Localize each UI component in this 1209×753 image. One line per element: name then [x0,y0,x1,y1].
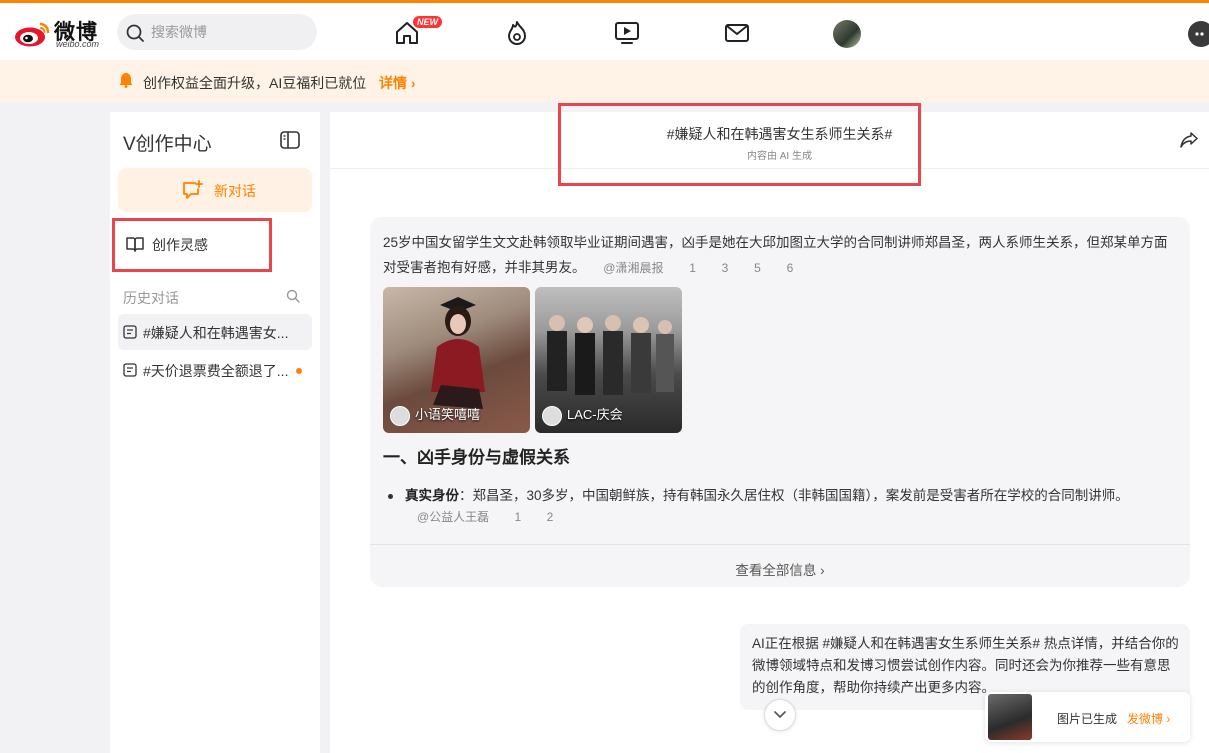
bullet-label: 真实身份 [405,488,459,503]
toast-message: 图片已生成 [1057,712,1118,726]
bell-icon [119,73,133,88]
chat-header: #嫌疑人和在韩遇害女生系师生关系# 内容由 AI 生成 [330,103,1209,186]
inspiration-label: 创作灵感 [152,237,208,253]
history-label: 历史对话 [123,290,179,306]
media-thumbnail[interactable]: 小语笑嘻嘻 [383,287,530,433]
chat-bubble-icon [1195,32,1204,36]
group-photo [547,315,674,395]
creator-sidebar: V创作中心 新对话 创作灵感 历史对话 #嫌疑人和在韩遇害女... #天价退票费… [110,112,320,753]
video-icon[interactable] [614,20,640,46]
generated-image-thumbnail[interactable] [988,694,1032,740]
hot-icon[interactable] [504,20,530,46]
new-chat-label: 新对话 [214,183,256,199]
uploader-avatar [542,406,562,426]
topic-title-box: #嫌疑人和在韩遇害女生系师生关系# 内容由 AI 生成 [558,103,921,186]
citation-num[interactable]: 5 [754,256,761,281]
chat-doc-icon [123,363,137,377]
chat-main: #嫌疑人和在韩遇害女生系师生关系# 内容由 AI 生成 25岁中国女留学生文文赴… [330,103,1209,753]
history-item[interactable]: #嫌疑人和在韩遇害女... [118,314,312,350]
section-title: 一、凶手身份与虚假关系 [383,448,570,467]
sidebar-title: V创作中心 [123,134,212,155]
citation-num[interactable]: 1 [515,510,522,524]
book-icon [126,237,144,252]
sidebar-toggle-icon[interactable] [280,131,300,149]
history-item-title: #天价退票费全额退了... [143,363,289,379]
chat-doc-icon [123,325,137,339]
share-icon[interactable] [1180,132,1198,148]
sidebar-item-inspiration[interactable]: 创作灵感 [112,218,272,272]
citation-num[interactable]: 3 [722,256,729,281]
post-weibo-button[interactable]: 发微博 › [1127,710,1170,727]
history-item[interactable]: #天价退票费全额退了... [118,352,312,388]
bullet-item: 真实身份：郑昌圣，30多岁，中国朝鲜族，持有韩国永久居住权（非韩国国籍），案发前… [388,483,1178,508]
topic-title: #嫌疑人和在韩遇害女生系师生关系# [666,126,893,142]
view-all-link[interactable]: 查看全部信息 › [370,559,1190,579]
new-badge: NEW [413,16,442,28]
brand-domain: weibo.com [56,39,100,49]
history-item-title: #嫌疑人和在韩遇害女... [143,325,289,341]
search-icon [126,24,144,42]
unread-dot [296,368,302,374]
graduate-figure [431,297,485,409]
search-box[interactable] [117,14,317,50]
source-ref[interactable]: @潇湘晨报 [603,261,663,275]
citation-num[interactable]: 1 [689,256,696,281]
ai-generated-note: 内容由 AI 生成 [746,151,812,162]
new-chat-icon [183,180,203,199]
chevron-down-icon [774,711,786,718]
bullet-refs: @公益人王磊 1 2 [417,508,553,525]
weibo-eye-icon [15,22,50,47]
citation-num[interactable]: 6 [787,256,794,281]
citation-num[interactable]: 2 [547,510,554,524]
summary-paragraph: 25岁中国女留学生文文赴韩领取毕业证期间遇害，凶手是她在大邱加图立大学的合同制讲… [383,230,1179,281]
more-icon[interactable] [1188,21,1209,47]
media-caption: 小语笑嘻嘻 [415,407,481,422]
user-avatar[interactable] [833,20,861,48]
notice-bar: 创作权益全面升级，AI豆福利已就位 详情 › [0,60,1209,102]
weibo-logo[interactable]: 微博 weibo.com [14,15,106,51]
media-caption: LAC-庆会 [567,407,623,422]
ai-message-text: AI正在根据 #嫌疑人和在韩遇害女生系师生关系# 热点详情，并结合你的微博领域特… [752,636,1179,695]
bullet-text: ：郑昌圣，30多岁，中国朝鲜族，持有韩国永久居住权（非韩国国籍），案发前是受害者… [459,488,1129,503]
bullet-dot [388,493,393,499]
top-nav: 微博 weibo.com NEW [0,0,1209,60]
image-generated-toast: 图片已生成 发微博 › [985,692,1190,742]
mail-icon[interactable] [724,20,750,46]
divider [370,544,1190,545]
topic-summary-card: 25岁中国女留学生文文赴韩领取毕业证期间遇害，凶手是她在大邱加图立大学的合同制讲… [370,217,1190,587]
history-search-icon[interactable] [286,289,300,303]
media-thumbnail[interactable]: LAC-庆会 [535,287,682,433]
scroll-down-button[interactable] [764,699,796,731]
notice-detail-link[interactable]: 详情 › [379,73,416,93]
new-chat-button[interactable]: 新对话 [118,168,312,212]
summary-text: 25岁中国女留学生文文赴韩领取毕业证期间遇害，凶手是她在大邱加图立大学的合同制讲… [383,235,1168,275]
notice-text: 创作权益全面升级，AI豆福利已就位 [143,75,367,91]
search-input[interactable] [151,22,301,42]
uploader-avatar [390,406,410,426]
source-ref[interactable]: @公益人王磊 [417,510,489,524]
